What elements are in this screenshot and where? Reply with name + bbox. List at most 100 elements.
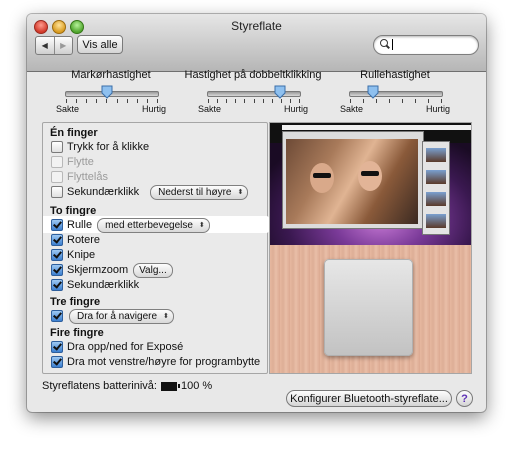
expose-option[interactable]: Dra opp/ned for Exposé <box>51 340 183 354</box>
slider-tick <box>76 99 77 103</box>
slider-title: Rullehastighet <box>360 69 430 81</box>
slider-title: Markørhastighet <box>71 69 151 81</box>
tap-to-click-checkbox[interactable] <box>51 141 63 153</box>
slider-tick <box>254 99 255 103</box>
slider-tick <box>389 99 390 103</box>
secondary-click-checkbox[interactable] <box>51 186 63 198</box>
three-finger-navigate-option[interactable]: Dra for å navigere ⬍ <box>51 308 174 324</box>
rotate-label: Rotere <box>67 234 101 246</box>
slider-tick <box>96 99 97 103</box>
tap-to-click-option[interactable]: Trykk for å klikke <box>51 140 149 154</box>
slider-tick <box>226 99 227 103</box>
slider-min-label: Sakte <box>198 104 222 114</box>
secondary-click-two-finger-checkbox[interactable] <box>51 279 63 291</box>
rotate-checkbox[interactable] <box>51 234 63 246</box>
preview-screen-image <box>270 123 471 245</box>
slider-knob[interactable] <box>274 85 286 99</box>
scroll-speed-slider[interactable] <box>349 91 443 97</box>
show-all-button[interactable]: Vis alle <box>77 35 123 54</box>
preview-trackpad-image <box>270 245 471 373</box>
slider-tick <box>376 99 377 103</box>
secondary-click-two-finger-label: Sekundærklikk <box>67 279 140 291</box>
double-click-speed-slider[interactable] <box>207 91 301 97</box>
back-arrow-icon[interactable]: ◀ <box>36 37 54 54</box>
app-switch-checkbox[interactable] <box>51 356 63 368</box>
app-switch-label: Dra mot venstre/høyre for programbytte <box>67 356 261 368</box>
pinch-label: Knipe <box>67 249 96 261</box>
slider-tick <box>402 99 403 103</box>
slider-tick <box>147 99 148 103</box>
one-finger-heading: Én finger <box>50 127 98 139</box>
slider-tick <box>208 99 209 103</box>
slider-tick <box>272 99 273 103</box>
slider-title: Hastighet på dobbeltklikking <box>184 69 322 81</box>
expose-label: Dra opp/ned for Exposé <box>67 341 184 353</box>
slider-tick <box>350 99 351 103</box>
expose-checkbox[interactable] <box>51 341 63 353</box>
four-fingers-heading: Fire fingre <box>50 327 104 339</box>
title-bar: Styreflate ◀ ▶ Vis alle <box>27 14 486 72</box>
magic-trackpad-illustration <box>324 259 413 356</box>
preferences-window: Styreflate ◀ ▶ Vis alle Markørhastighet … <box>27 14 486 412</box>
popup-arrows-icon: ⬍ <box>198 222 205 229</box>
gesture-preview <box>269 122 472 374</box>
scroll-label: Rulle <box>67 219 93 231</box>
three-finger-navigate-checkbox[interactable] <box>51 310 63 322</box>
battery-label: Styreflatens batterinivå: <box>42 380 157 392</box>
scroll-option[interactable]: Rulle med etterbevegelse ⬍ <box>51 217 210 233</box>
slider-tick <box>66 99 67 103</box>
slider-tick <box>235 99 236 103</box>
secondary-click-corner-popup[interactable]: Nederst til høyre ⬍ <box>150 184 249 200</box>
search-field[interactable] <box>373 35 479 55</box>
slider-tick <box>281 99 282 103</box>
slider-ticks <box>350 99 442 103</box>
battery-status: Styreflatens batterinivå: 100 % <box>42 380 212 392</box>
three-finger-navigate-popup[interactable]: Dra for å navigere ⬍ <box>69 308 174 324</box>
app-switch-option[interactable]: Dra mot venstre/høyre for programbytte <box>51 355 260 369</box>
slider-tick <box>217 99 218 103</box>
forward-arrow-icon[interactable]: ▶ <box>53 37 73 54</box>
scroll-momentum-popup[interactable]: med etterbevegelse ⬍ <box>97 217 210 233</box>
slider-tick <box>263 99 264 103</box>
pinch-option[interactable]: Knipe <box>51 248 95 262</box>
screen-zoom-checkbox[interactable] <box>51 264 63 276</box>
back-forward-control: ◀ ▶ <box>35 36 73 55</box>
slider-knob[interactable] <box>367 85 379 99</box>
slider-ticks <box>208 99 300 103</box>
popup-value: med etterbevegelse <box>105 219 193 231</box>
popup-arrows-icon: ⬍ <box>237 189 244 196</box>
tap-to-click-label: Trykk for å klikke <box>67 141 150 153</box>
slider-tick <box>299 99 300 103</box>
three-fingers-heading: Tre fingre <box>50 296 101 308</box>
screen-zoom-options-button[interactable]: Valg... <box>133 262 173 278</box>
slider-tick <box>290 99 291 103</box>
help-icon[interactable]: ? <box>456 390 473 407</box>
slider-tick <box>415 99 416 103</box>
slider-knob[interactable] <box>101 85 113 99</box>
slider-min-label: Sakte <box>56 104 80 114</box>
slider-min-label: Sakte <box>340 104 364 114</box>
secondary-click-two-finger-option[interactable]: Sekundærklikk <box>51 278 139 292</box>
pinch-checkbox[interactable] <box>51 249 63 261</box>
scroll-checkbox[interactable] <box>51 219 63 231</box>
drag-label: Flytte <box>67 156 94 168</box>
slider-tick <box>106 99 107 103</box>
slider-tick <box>86 99 87 103</box>
secondary-click-one-finger-option[interactable]: Sekundærklikk Nederst til høyre ⬍ <box>51 184 249 200</box>
secondary-click-label: Sekundærklikk <box>67 186 140 198</box>
window-title: Styreflate <box>231 19 282 33</box>
search-icon <box>380 39 388 47</box>
slider-max-label: Hurtig <box>283 104 308 114</box>
configure-bluetooth-trackpad-button[interactable]: Konfigurer Bluetooth-styreflate... <box>286 390 452 407</box>
screen-zoom-option[interactable]: Skjermzoom Valg... <box>51 262 173 278</box>
drag-checkbox <box>51 156 63 168</box>
drag-option: Flytte <box>51 155 94 169</box>
screen-zoom-label: Skjermzoom <box>67 264 129 276</box>
rotate-option[interactable]: Rotere <box>51 233 100 247</box>
text-cursor <box>392 39 393 50</box>
battery-value: 100 % <box>180 380 213 392</box>
slider-tick <box>363 99 364 103</box>
slider-tick <box>441 99 442 103</box>
slider-tick <box>157 99 158 103</box>
slider-max-label: Hurtig <box>141 104 166 114</box>
